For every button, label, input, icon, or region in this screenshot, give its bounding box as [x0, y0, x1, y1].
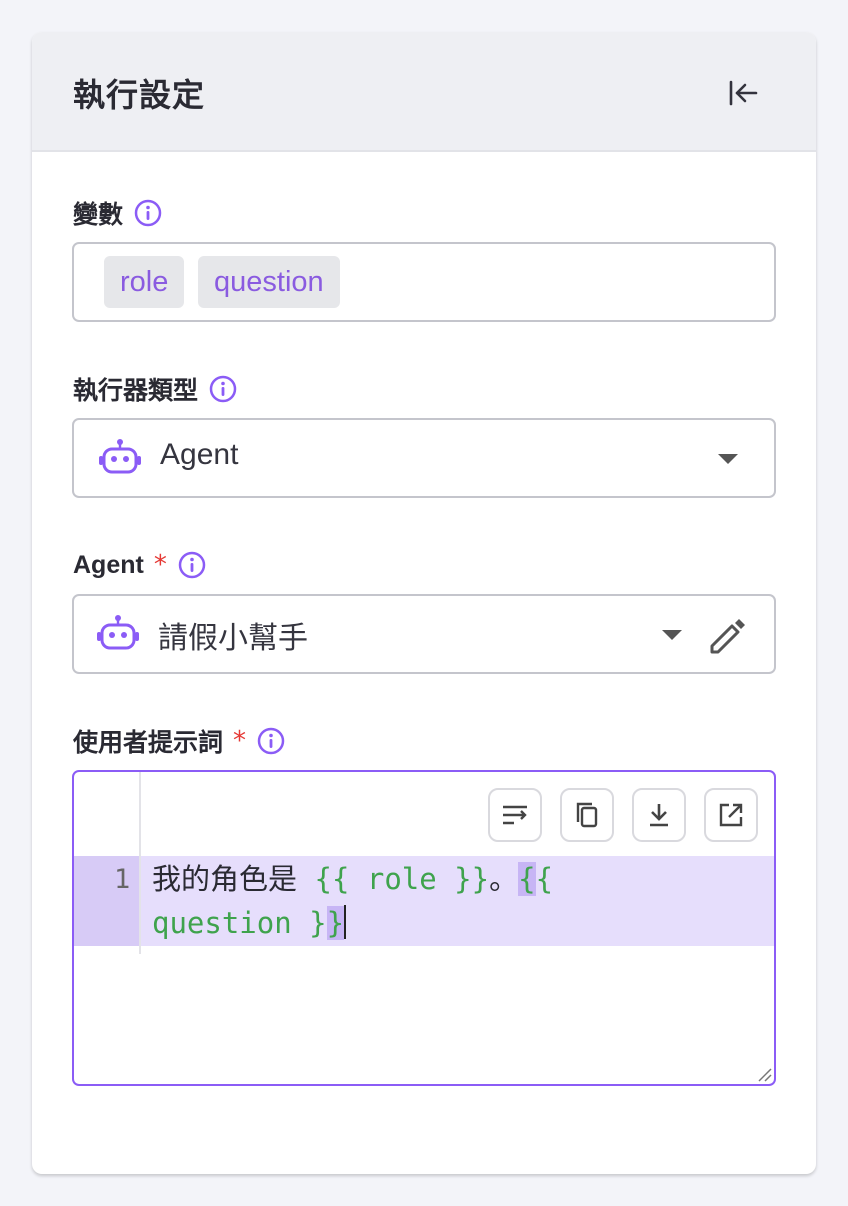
download-button[interactable]	[632, 788, 686, 842]
user-prompt-editor[interactable]: 1 我的角色是 {{ role }}。{{ question }}	[72, 770, 776, 1086]
executor-type-select[interactable]: Agent	[72, 418, 776, 498]
variables-field[interactable]: role question	[72, 242, 776, 322]
chevron-down-icon[interactable]	[662, 630, 682, 640]
line-number: 1	[114, 864, 131, 895]
variable-chip-role[interactable]: role	[104, 256, 185, 308]
matched-bracket: }	[326, 906, 345, 940]
info-icon[interactable]	[177, 550, 207, 580]
copy-button[interactable]	[560, 788, 614, 842]
prompt-text: 我的角色是	[152, 862, 298, 896]
collapse-panel-button[interactable]	[722, 72, 764, 114]
user-prompt-label-text: 使用者提示詞	[73, 728, 224, 757]
user-prompt-label: 使用者提示詞 *	[73, 723, 286, 759]
executor-type-label: 執行器類型	[73, 371, 238, 407]
open-external-button[interactable]	[704, 788, 758, 842]
panel-header: 執行設定	[32, 32, 816, 152]
text-cursor	[344, 905, 347, 939]
panel-title: 執行設定	[73, 76, 206, 114]
matched-bracket: {	[518, 862, 536, 896]
wrap-lines-button[interactable]	[488, 788, 542, 842]
agent-label-text: Agent	[73, 550, 144, 579]
code-line-1[interactable]: 我的角色是 {{ role }}。{{	[152, 857, 553, 901]
variable-token-question: question }	[152, 906, 327, 940]
info-icon[interactable]	[256, 726, 286, 756]
collapse-left-icon	[729, 80, 758, 106]
variable-chip-question[interactable]: question	[198, 256, 340, 308]
download-icon	[650, 804, 668, 827]
required-mark: *	[233, 726, 247, 756]
open-in-new-icon	[719, 803, 743, 827]
agent-select[interactable]: 請假小幫手	[72, 594, 776, 674]
code-line-1-wrap[interactable]: question }}	[152, 901, 347, 945]
resize-handle-icon[interactable]	[756, 1066, 772, 1082]
variable-token-question-open: {	[535, 862, 554, 896]
variables-label: 變數	[73, 195, 163, 231]
copy-icon	[576, 802, 598, 828]
prompt-separator: 。	[489, 862, 519, 896]
required-mark: *	[153, 550, 167, 580]
executor-type-value: Agent	[160, 438, 239, 471]
edit-pencil-icon[interactable]	[708, 616, 748, 656]
execution-settings-panel: 執行設定 變數 role question 執行器類型 Agent Agent …	[32, 32, 816, 1174]
wrap-text-icon	[503, 805, 527, 825]
robot-icon	[97, 615, 139, 650]
gutter-divider	[139, 772, 141, 954]
info-icon[interactable]	[208, 374, 238, 404]
executor-type-label-text: 執行器類型	[73, 376, 199, 405]
info-icon[interactable]	[133, 198, 163, 228]
agent-label: Agent *	[73, 547, 207, 583]
agent-value: 請假小幫手	[158, 622, 308, 655]
variables-label-text: 變數	[73, 200, 124, 229]
robot-icon	[99, 439, 141, 474]
chevron-down-icon[interactable]	[718, 454, 738, 464]
variable-token-role: {{ role }}	[314, 862, 490, 896]
